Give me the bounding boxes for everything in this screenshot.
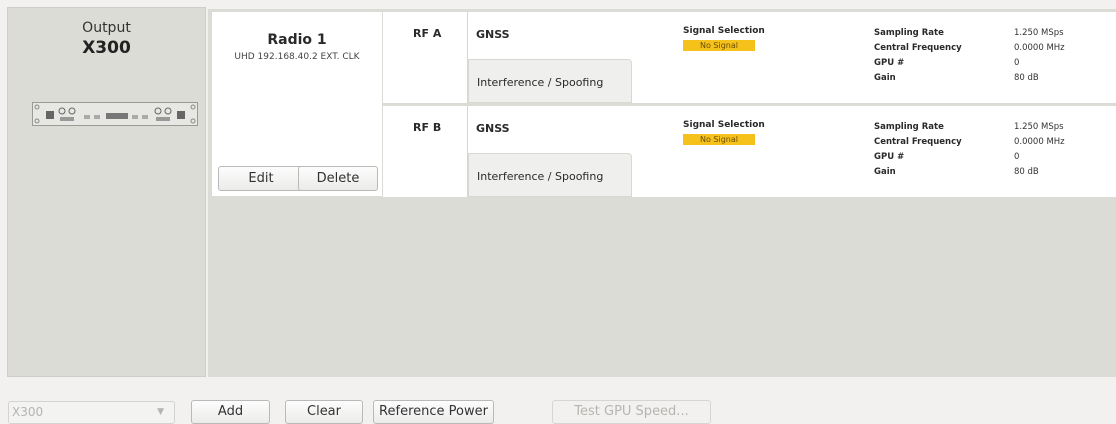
param-key: Sampling Rate (874, 122, 944, 132)
param-value: 0 (1014, 152, 1020, 162)
clear-button[interactable]: Clear (285, 400, 363, 424)
signal-selection-label: Signal Selection (683, 26, 765, 36)
signal-status-badge[interactable]: No Signal (683, 134, 755, 145)
signal-status-badge[interactable]: No Signal (683, 40, 755, 51)
add-button[interactable]: Add (191, 400, 270, 424)
rf-channel-b: RF B GNSS Interference / Spoofing Signal… (383, 106, 1116, 197)
device-select-value: X300 (12, 405, 44, 419)
test-gpu-speed-button[interactable]: Test GPU Speed... (552, 400, 711, 424)
param-key: GPU # (874, 152, 905, 162)
radio-connection-info: UHD 192.168.40.2 EXT. CLK (234, 52, 360, 62)
delete-button[interactable]: Delete (298, 166, 378, 191)
tab-gnss[interactable]: GNSS (476, 28, 510, 41)
tab-interference-spoofing[interactable]: Interference / Spoofing (468, 153, 632, 197)
param-key: GPU # (874, 58, 905, 68)
radio-name: Radio 1 (267, 32, 327, 48)
param-key: Central Frequency (874, 137, 962, 147)
param-key: Sampling Rate (874, 28, 944, 38)
x300-front-panel-icon (32, 102, 198, 126)
rf-label: RF A (413, 27, 442, 40)
param-key: Gain (874, 167, 896, 177)
rf-channel-details: GNSS Interference / Spoofing Signal Sele… (467, 106, 1116, 197)
device-panel-heading: Output (82, 20, 131, 36)
param-value: 0.0000 MHz (1014, 137, 1065, 147)
rf-label: RF B (413, 121, 442, 134)
tab-interference-spoofing[interactable]: Interference / Spoofing (468, 59, 632, 103)
tab-gnss[interactable]: GNSS (476, 122, 510, 135)
device-model: X300 (82, 38, 131, 58)
param-value: 80 dB (1014, 167, 1039, 177)
reference-power-button[interactable]: Reference Power (373, 400, 494, 424)
chevron-down-icon[interactable]: ▼ (157, 402, 164, 423)
param-value: 80 dB (1014, 73, 1039, 83)
edit-button[interactable]: Edit (218, 166, 304, 191)
radio-card: Radio 1 UHD 192.168.40.2 EXT. CLK Edit D… (212, 12, 382, 196)
param-key: Gain (874, 73, 896, 83)
param-keys: Sampling Rate Central Frequency GPU # Ga… (874, 26, 962, 86)
device-select[interactable]: X300 ▼ (8, 401, 175, 424)
param-key: Central Frequency (874, 43, 962, 53)
param-value: 1.250 MSps (1014, 28, 1064, 38)
device-panel: Output X300 (7, 7, 206, 377)
param-values: 1.250 MSps 0.0000 MHz 0 80 dB (1014, 120, 1065, 180)
param-keys: Sampling Rate Central Frequency GPU # Ga… (874, 120, 962, 180)
rf-channel-a: RF A GNSS Interference / Spoofing Signal… (383, 12, 1116, 103)
param-values: 1.250 MSps 0.0000 MHz 0 80 dB (1014, 26, 1065, 86)
signal-selection-label: Signal Selection (683, 120, 765, 130)
param-value: 1.250 MSps (1014, 122, 1064, 132)
param-value: 0 (1014, 58, 1020, 68)
rf-channel-details: GNSS Interference / Spoofing Signal Sele… (467, 12, 1116, 103)
param-value: 0.0000 MHz (1014, 43, 1065, 53)
